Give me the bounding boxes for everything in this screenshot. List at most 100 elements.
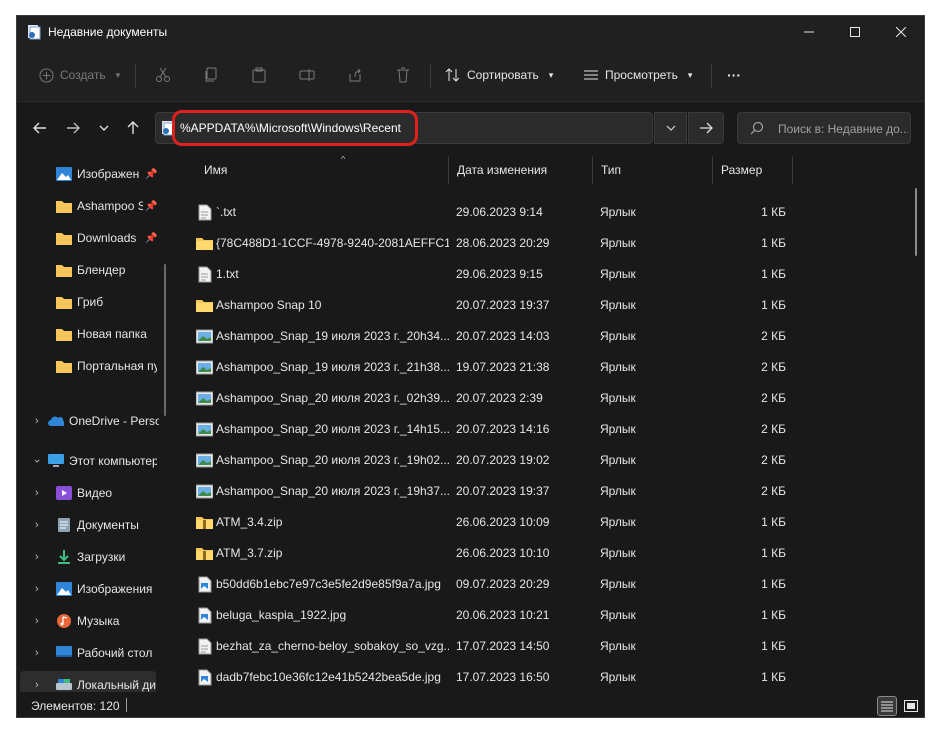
address-highlight-annotation: [172, 110, 418, 146]
text-file-icon: [196, 204, 213, 221]
sidebar-item-music[interactable]: › Музыка: [17, 607, 172, 635]
share-button[interactable]: [347, 60, 363, 90]
sidebar-item-ashampoo[interactable]: Ashampoo S 📌: [17, 192, 172, 220]
forward-button[interactable]: [62, 117, 84, 139]
plus-circle-icon: [39, 67, 54, 83]
file-row[interactable]: Ashampoo Snap 10 20.07.2023 19:37 Ярлык 1 К…: [176, 290, 796, 321]
sidebar-item-portal[interactable]: Портальная пу: [17, 352, 172, 380]
drive-icon: [56, 679, 72, 690]
sidebar-item-videos[interactable]: › Видео: [17, 479, 172, 507]
folder-icon: [56, 201, 72, 213]
file-row[interactable]: Ashampoo_Snap_19 июля 2023 г._21h38... 19…: [176, 352, 796, 383]
details-view-button[interactable]: [877, 696, 897, 716]
file-row[interactable]: `.txt 29.06.2023 9:14 Ярлык 1 КБ: [176, 197, 796, 228]
sidebar-item-label: Локальный ди: [77, 678, 156, 692]
file-row[interactable]: ATM_3.4.zip 26.06.2023 10:09 Ярлык 1 КБ: [176, 507, 796, 538]
command-bar: Создать ▾ Сортировать ▾ Просмотреть ▾ ··…: [17, 48, 924, 102]
sidebar-item-label: Блендер: [77, 263, 126, 277]
file-name: dadb7febc10e36fc12e41b5242bea5de.jpg: [216, 670, 441, 684]
close-button[interactable]: [878, 16, 924, 48]
chevron-right-icon: ›: [35, 615, 39, 627]
minimize-button[interactable]: [786, 16, 832, 48]
sidebar-item-label: Этот компьютер: [69, 454, 157, 468]
search-box[interactable]: Поиск в: Недавние до...: [737, 112, 911, 144]
address-history-button[interactable]: [654, 112, 687, 144]
sidebar-item-this-pc[interactable]: › Этот компьютер: [17, 447, 172, 475]
desktop-icon: [56, 646, 72, 657]
file-row[interactable]: Ashampoo_Snap_20 июля 2023 г._19h02... 20…: [176, 445, 796, 476]
file-date: 20.07.2023 2:39: [456, 391, 543, 405]
image-file-icon: [195, 421, 214, 438]
toolbar-divider: [430, 64, 431, 88]
file-type: Ярлык: [600, 391, 636, 405]
sidebar-item-pictures-pinned[interactable]: Изображен 📌: [17, 160, 172, 188]
file-date: 26.06.2023 10:10: [456, 546, 550, 560]
copy-button[interactable]: [203, 60, 219, 90]
file-row[interactable]: 1.txt 29.06.2023 9:15 Ярлык 1 КБ: [176, 259, 796, 290]
sidebar-scrollbar[interactable]: [164, 264, 166, 416]
file-name: Ashampoo_Snap_20 июля 2023 г._19h02...: [216, 453, 449, 467]
up-button[interactable]: [122, 117, 144, 139]
share-icon: [349, 68, 361, 82]
sidebar-item-documents[interactable]: › Документы: [17, 511, 172, 539]
sidebar-item-local-disk[interactable]: › Локальный ди: [20, 671, 156, 692]
create-label: Создать: [60, 68, 106, 82]
chevron-right-icon: ›: [35, 519, 39, 531]
chevron-down-icon: ›: [30, 459, 43, 463]
large-icons-view-button[interactable]: [901, 696, 921, 716]
recent-locations-button[interactable]: [93, 117, 115, 139]
file-row[interactable]: Ashampoo_Snap_20 июля 2023 г._14h15... 20…: [176, 414, 796, 445]
cut-button[interactable]: [155, 60, 171, 90]
file-row[interactable]: bezhat_za_cherno-beloy_sobakoy_so_vzg...…: [176, 631, 796, 662]
column-header-type[interactable]: Тип: [593, 156, 713, 184]
file-size: 1 КБ: [761, 639, 786, 653]
sidebar-item-pictures[interactable]: › Изображения: [17, 575, 172, 603]
file-row[interactable]: beluga_kaspia_1922.jpg 20.06.2023 10:21 Яр…: [176, 600, 796, 631]
rename-button[interactable]: [299, 60, 315, 90]
file-size: 2 КБ: [761, 360, 786, 374]
file-row[interactable]: b50dd6b1ebc7e97c3e5fe2d9e85f9a7a.jpg 09.0…: [176, 569, 796, 600]
file-row[interactable]: ATM_3.7.zip 26.06.2023 10:10 Ярлык 1 КБ: [176, 538, 796, 569]
column-header-size[interactable]: Размер: [713, 156, 793, 184]
view-button[interactable]: Просмотреть ▾: [583, 60, 692, 90]
sort-button[interactable]: Сортировать ▾: [445, 60, 553, 90]
column-header-label: Размер: [721, 163, 763, 177]
maximize-button[interactable]: [832, 16, 878, 48]
file-row[interactable]: Ashampoo_Snap_20 июля 2023 г._19h37... 20…: [176, 476, 796, 507]
trash-icon: [397, 67, 409, 83]
file-row[interactable]: {78C488D1-1CCF-4978-9240-2081AEFFC1... 28…: [176, 228, 796, 259]
folder-icon: [196, 297, 213, 314]
create-button[interactable]: Создать ▾: [39, 60, 120, 90]
image-file-icon: [195, 483, 214, 500]
back-button[interactable]: [29, 117, 51, 139]
sidebar-item-onedrive[interactable]: › OneDrive - Perso: [17, 407, 172, 435]
sidebar-item-new-folder[interactable]: Новая папка: [17, 320, 172, 348]
sidebar-item-downloads-pinned[interactable]: Downloads 📌: [17, 224, 172, 252]
paste-button[interactable]: [251, 60, 267, 90]
file-type: Ярлык: [600, 515, 636, 529]
more-options-button[interactable]: ···: [727, 60, 741, 90]
chevron-right-icon: ›: [35, 487, 39, 499]
delete-button[interactable]: [395, 60, 411, 90]
folder-icon: [56, 361, 72, 373]
sidebar-item-desktop[interactable]: › Рабочий стол: [17, 639, 172, 667]
go-button[interactable]: [688, 112, 724, 144]
sidebar-item-label: Документы: [77, 518, 139, 532]
file-date: 20.07.2023 19:02: [456, 453, 550, 467]
file-name: beluga_kaspia_1922.jpg: [216, 608, 347, 622]
file-row[interactable]: Ashampoo_Snap_19 июля 2023 г._20h34... 20…: [176, 321, 796, 352]
sidebar-item-blender[interactable]: Блендер: [17, 256, 172, 284]
file-size: 1 КБ: [761, 515, 786, 529]
sidebar-item-grib[interactable]: Гриб: [17, 288, 172, 316]
file-name: `.txt: [216, 205, 236, 219]
file-row[interactable]: Ashampoo_Snap_20 июля 2023 г._02h39... 20…: [176, 383, 796, 414]
column-header-date[interactable]: Дата изменения: [449, 156, 593, 184]
documents-icon: [58, 518, 70, 532]
column-header-name[interactable]: ^ Имя: [196, 156, 449, 184]
file-row[interactable]: dadb7febc10e36fc12e41b5242bea5de.jpg 17.0…: [176, 662, 796, 692]
file-list-scrollbar[interactable]: [915, 188, 917, 256]
file-name: Ashampoo_Snap_20 июля 2023 г._19h37...: [216, 484, 449, 498]
sidebar-item-downloads[interactable]: › Загрузки: [17, 543, 172, 571]
sidebar-item-label: Видео: [77, 486, 113, 500]
title-bar: Недавние документы: [17, 16, 924, 48]
